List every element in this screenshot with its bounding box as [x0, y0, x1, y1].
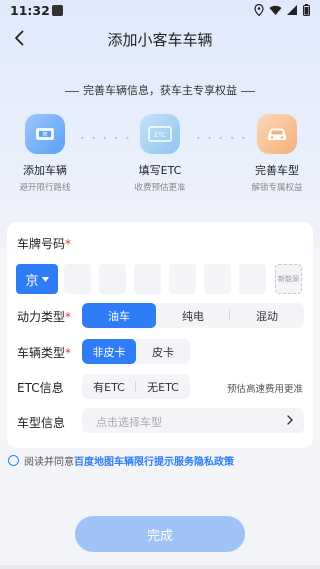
etc-icon: ETC — [140, 114, 180, 154]
step-car-model: 完善车型 解锁专属权益 — [232, 114, 320, 193]
vehicle-type-selector: 非皮卡 皮卡 — [82, 339, 190, 364]
plate-label: 车牌号码* — [17, 237, 72, 251]
step-etc: ETC 填写ETC 收费预估更准 — [115, 114, 205, 193]
chevron-right-icon — [287, 415, 293, 425]
svg-text:牌: 牌 — [42, 131, 47, 138]
step-subtitle: 收费预估更准 — [134, 183, 186, 193]
plate-char-box[interactable] — [134, 264, 161, 294]
plate-char-box[interactable] — [239, 264, 266, 294]
step-subtitle: 避开限行路线 — [19, 183, 71, 193]
car-model-selector[interactable]: 点击选择车型 — [82, 408, 304, 433]
model-label: 车型信息 — [17, 416, 66, 430]
step-add-vehicle: 牌 添加车辆 避开限行路线 — [0, 114, 90, 193]
status-icons — [254, 4, 310, 16]
power-option-electric[interactable]: 纯电 — [156, 303, 230, 328]
privacy-policy-link[interactable]: 百度地图车辆限行提示服务隐私政策 — [74, 453, 234, 468]
gesture-bar — [0, 565, 320, 569]
signal-icon — [287, 5, 297, 15]
location-icon — [254, 4, 264, 16]
plate-char-box[interactable] — [169, 264, 196, 294]
plate-char-box[interactable] — [64, 264, 91, 294]
vehicle-form-card: 车牌号码* 京 新能源 动力类型* 油车 纯电 混动 车辆类型* 非皮卡 皮卡 … — [7, 222, 313, 448]
tagline-divider-right — [241, 90, 255, 92]
caret-down-icon — [41, 276, 49, 282]
etc-option-yes[interactable]: 有ETC — [82, 374, 136, 399]
step-subtitle: 解锁专属权益 — [251, 183, 303, 193]
step-title: 填写ETC — [138, 164, 182, 177]
step-title: 完善车型 — [255, 164, 299, 177]
benefit-tagline: 完善车辆信息，获车主专享权益 — [0, 82, 320, 98]
power-type-selector: 油车 纯电 混动 — [82, 303, 304, 328]
benefit-steps: 牌 添加车辆 避开限行路线 • • • • • ETC 填写ETC 收费预估更准… — [0, 114, 320, 194]
plate-char-box[interactable] — [99, 264, 126, 294]
status-bar: 11:32 — [0, 0, 320, 22]
wifi-icon — [269, 5, 282, 15]
battery-icon — [303, 4, 310, 16]
vehicle-option-non-pickup[interactable]: 非皮卡 — [82, 339, 136, 364]
etc-label: ETC信息 — [17, 381, 64, 395]
tagline-text: 完善车辆信息，获车主专享权益 — [83, 84, 237, 97]
model-placeholder: 点击选择车型 — [96, 416, 162, 429]
agree-radio[interactable] — [8, 455, 19, 466]
nav-bar: 添加小客车车辆 — [0, 22, 320, 56]
etc-selector: 有ETC 无ETC — [82, 374, 190, 399]
agree-prefix: 阅读并同意 — [24, 457, 74, 468]
status-time: 11:32 — [10, 3, 50, 18]
vehicle-type-label: 车辆类型* — [17, 346, 72, 360]
tagline-divider-left — [65, 90, 79, 92]
notification-app-icon — [52, 5, 63, 16]
plate-char-box[interactable] — [204, 264, 231, 294]
province-selector[interactable]: 京 — [16, 264, 58, 294]
privacy-agreement: 阅读并同意 百度地图车辆限行提示服务隐私政策 — [8, 453, 234, 468]
plate-icon: 牌 — [25, 114, 65, 154]
etc-hint: 预估高速费用更准 — [226, 384, 303, 395]
province-value: 京 — [25, 273, 39, 289]
new-energy-plate-box[interactable]: 新能源 — [275, 264, 302, 294]
svg-text:ETC: ETC — [154, 132, 165, 139]
car-icon — [257, 114, 297, 154]
power-option-fuel[interactable]: 油车 — [82, 303, 156, 328]
page-title: 添加小客车车辆 — [107, 31, 213, 49]
power-type-label: 动力类型* — [17, 310, 72, 324]
power-option-hybrid[interactable]: 混动 — [230, 303, 304, 328]
done-button[interactable]: 完成 — [75, 516, 245, 552]
etc-option-no[interactable]: 无ETC — [136, 374, 190, 399]
step-title: 添加车辆 — [23, 164, 67, 177]
vehicle-option-pickup[interactable]: 皮卡 — [136, 339, 190, 364]
